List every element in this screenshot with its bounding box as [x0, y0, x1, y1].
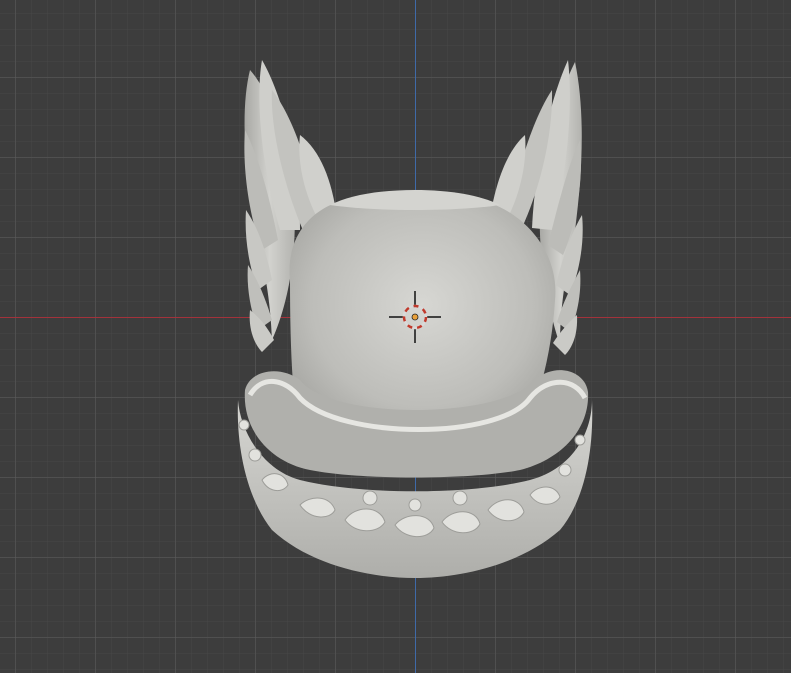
- 3d-viewport[interactable]: [0, 0, 791, 673]
- 3d-cursor-icon[interactable]: [389, 291, 441, 343]
